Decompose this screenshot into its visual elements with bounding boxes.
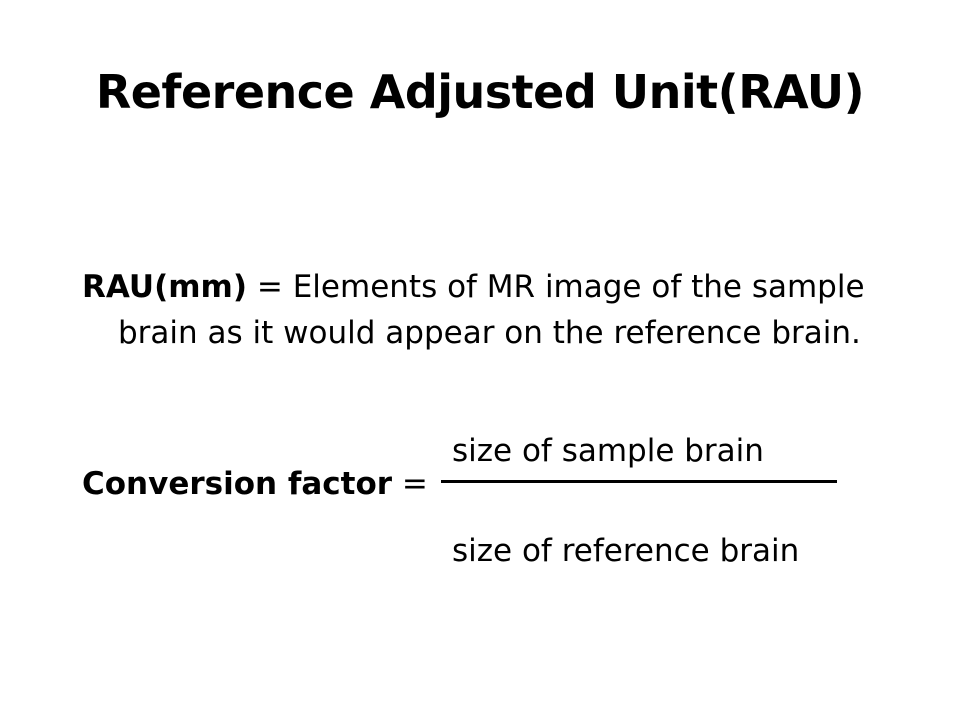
fraction-bar: [441, 480, 837, 483]
conversion-factor-label: Conversion factor =: [82, 461, 428, 507]
rau-definition: RAU(mm) = Elements of MR image of the sa…: [82, 264, 878, 356]
rau-equals: =: [247, 269, 293, 305]
conversion-factor-term: Conversion factor: [82, 466, 393, 502]
conversion-equals: =: [392, 466, 428, 502]
rau-term: RAU(mm): [82, 269, 248, 305]
fraction-denominator: size of reference brain: [452, 533, 800, 569]
slide: Reference Adjusted Unit(RAU) RAU(mm) = E…: [0, 0, 960, 720]
fraction-numerator: size of sample brain: [452, 433, 764, 469]
slide-title: Reference Adjusted Unit(RAU): [95, 65, 865, 119]
